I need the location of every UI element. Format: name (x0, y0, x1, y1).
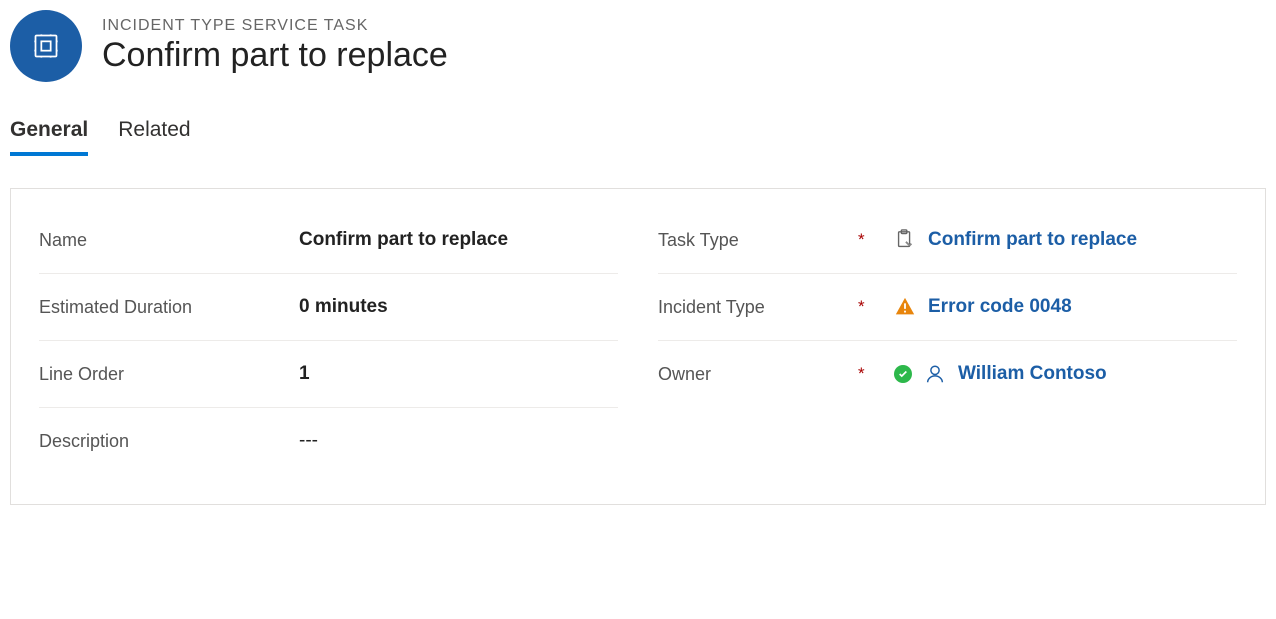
page-title: Confirm part to replace (102, 35, 448, 76)
owner-label: Owner (658, 364, 858, 385)
person-icon (924, 363, 946, 385)
right-column: Task Type * Confirm part to replace Inci… (658, 207, 1237, 474)
field-incident-type[interactable]: Incident Type * Error code 0048 (658, 274, 1237, 341)
incident-type-value[interactable]: Error code 0048 (928, 296, 1072, 318)
owner-value[interactable]: William Contoso (958, 363, 1107, 385)
task-type-value[interactable]: Confirm part to replace (928, 229, 1137, 251)
field-estimated-duration[interactable]: Estimated Duration 0 minutes (39, 274, 618, 341)
required-indicator: * (858, 364, 894, 384)
incident-type-label: Incident Type (658, 297, 858, 318)
required-indicator: * (858, 230, 894, 250)
field-name[interactable]: Name Confirm part to replace (39, 207, 618, 274)
name-value: Confirm part to replace (299, 229, 618, 251)
estimated-duration-label: Estimated Duration (39, 297, 299, 318)
required-indicator: * (858, 297, 894, 317)
tab-related[interactable]: Related (118, 112, 190, 156)
description-value: --- (299, 430, 618, 452)
line-order-label: Line Order (39, 364, 299, 385)
page-header: INCIDENT TYPE SERVICE TASK Confirm part … (10, 10, 1266, 112)
left-column: Name Confirm part to replace Estimated D… (39, 207, 618, 474)
field-owner[interactable]: Owner * William Contoso (658, 341, 1237, 407)
field-description[interactable]: Description --- (39, 408, 618, 474)
tab-bar: General Related (10, 112, 1266, 156)
name-label: Name (39, 230, 299, 251)
field-line-order[interactable]: Line Order 1 (39, 341, 618, 408)
estimated-duration-value: 0 minutes (299, 296, 618, 318)
entity-icon (10, 10, 82, 82)
tab-general[interactable]: General (10, 112, 88, 156)
form-panel: Name Confirm part to replace Estimated D… (10, 188, 1266, 505)
description-label: Description (39, 431, 299, 452)
entity-type-label: INCIDENT TYPE SERVICE TASK (102, 17, 448, 35)
line-order-value: 1 (299, 363, 618, 385)
field-task-type[interactable]: Task Type * Confirm part to replace (658, 207, 1237, 274)
clipboard-icon (894, 229, 916, 251)
warning-icon (894, 296, 916, 318)
presence-check-icon (894, 365, 912, 383)
task-type-label: Task Type (658, 230, 858, 251)
